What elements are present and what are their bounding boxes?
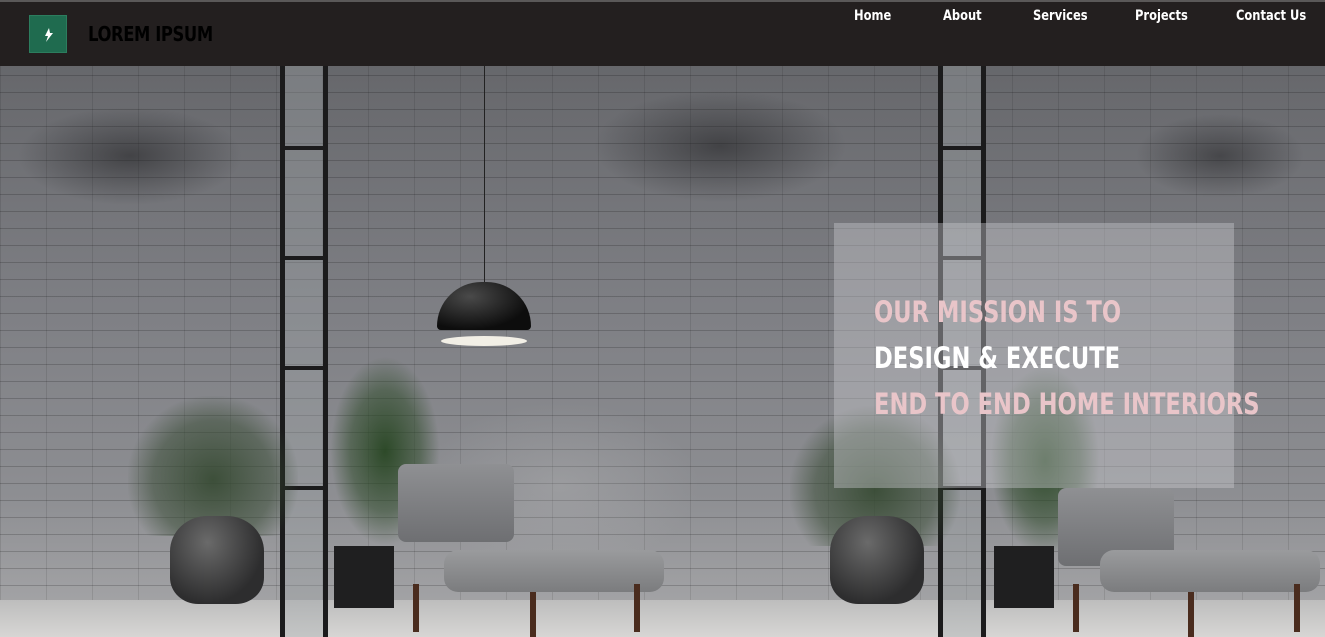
mission-line-2: DESIGN & EXECUTE	[874, 341, 1121, 375]
chair-leg	[413, 584, 419, 632]
mission-line-3: END TO END HOME INTERIORS	[874, 387, 1260, 421]
window-frame-left	[280, 66, 328, 637]
plant-pot	[334, 546, 394, 608]
lounge-chair-seat	[1100, 550, 1320, 592]
leaf-logo-icon	[45, 28, 53, 42]
chair-leg	[1073, 584, 1079, 632]
hero-floor	[0, 600, 1325, 637]
chair-leg	[634, 584, 640, 632]
mission-panel: OUR MISSION IS TO DESIGN & EXECUTE END T…	[834, 223, 1260, 488]
nav-home[interactable]: Home	[854, 8, 891, 24]
chair-leg	[1294, 584, 1300, 632]
pendant-lamp	[437, 282, 531, 330]
nav-services[interactable]: Services	[1033, 8, 1088, 24]
chair-leg	[1188, 592, 1194, 637]
chair-leg	[530, 592, 536, 637]
plant-pot	[170, 516, 264, 604]
mission-line-1: OUR MISSION IS TO	[874, 295, 1122, 329]
hero-banner: OUR MISSION IS TO DESIGN & EXECUTE END T…	[0, 66, 1325, 637]
main-nav: Home About Services Projects Contact Us	[0, 8, 1325, 28]
lounge-chair-seat	[444, 550, 664, 592]
lamp-light	[441, 336, 527, 346]
nav-about[interactable]: About	[943, 8, 982, 24]
plant-pot	[830, 516, 924, 604]
navbar: LOREM IPSUM Home About Services Projects…	[0, 2, 1325, 66]
lounge-chair	[398, 464, 514, 542]
plant-pot	[994, 546, 1054, 608]
nav-contact-us[interactable]: Contact Us	[1236, 8, 1306, 24]
fern-plant	[128, 396, 298, 536]
lamp-cord	[484, 66, 485, 284]
nav-projects[interactable]: Projects	[1135, 8, 1188, 24]
